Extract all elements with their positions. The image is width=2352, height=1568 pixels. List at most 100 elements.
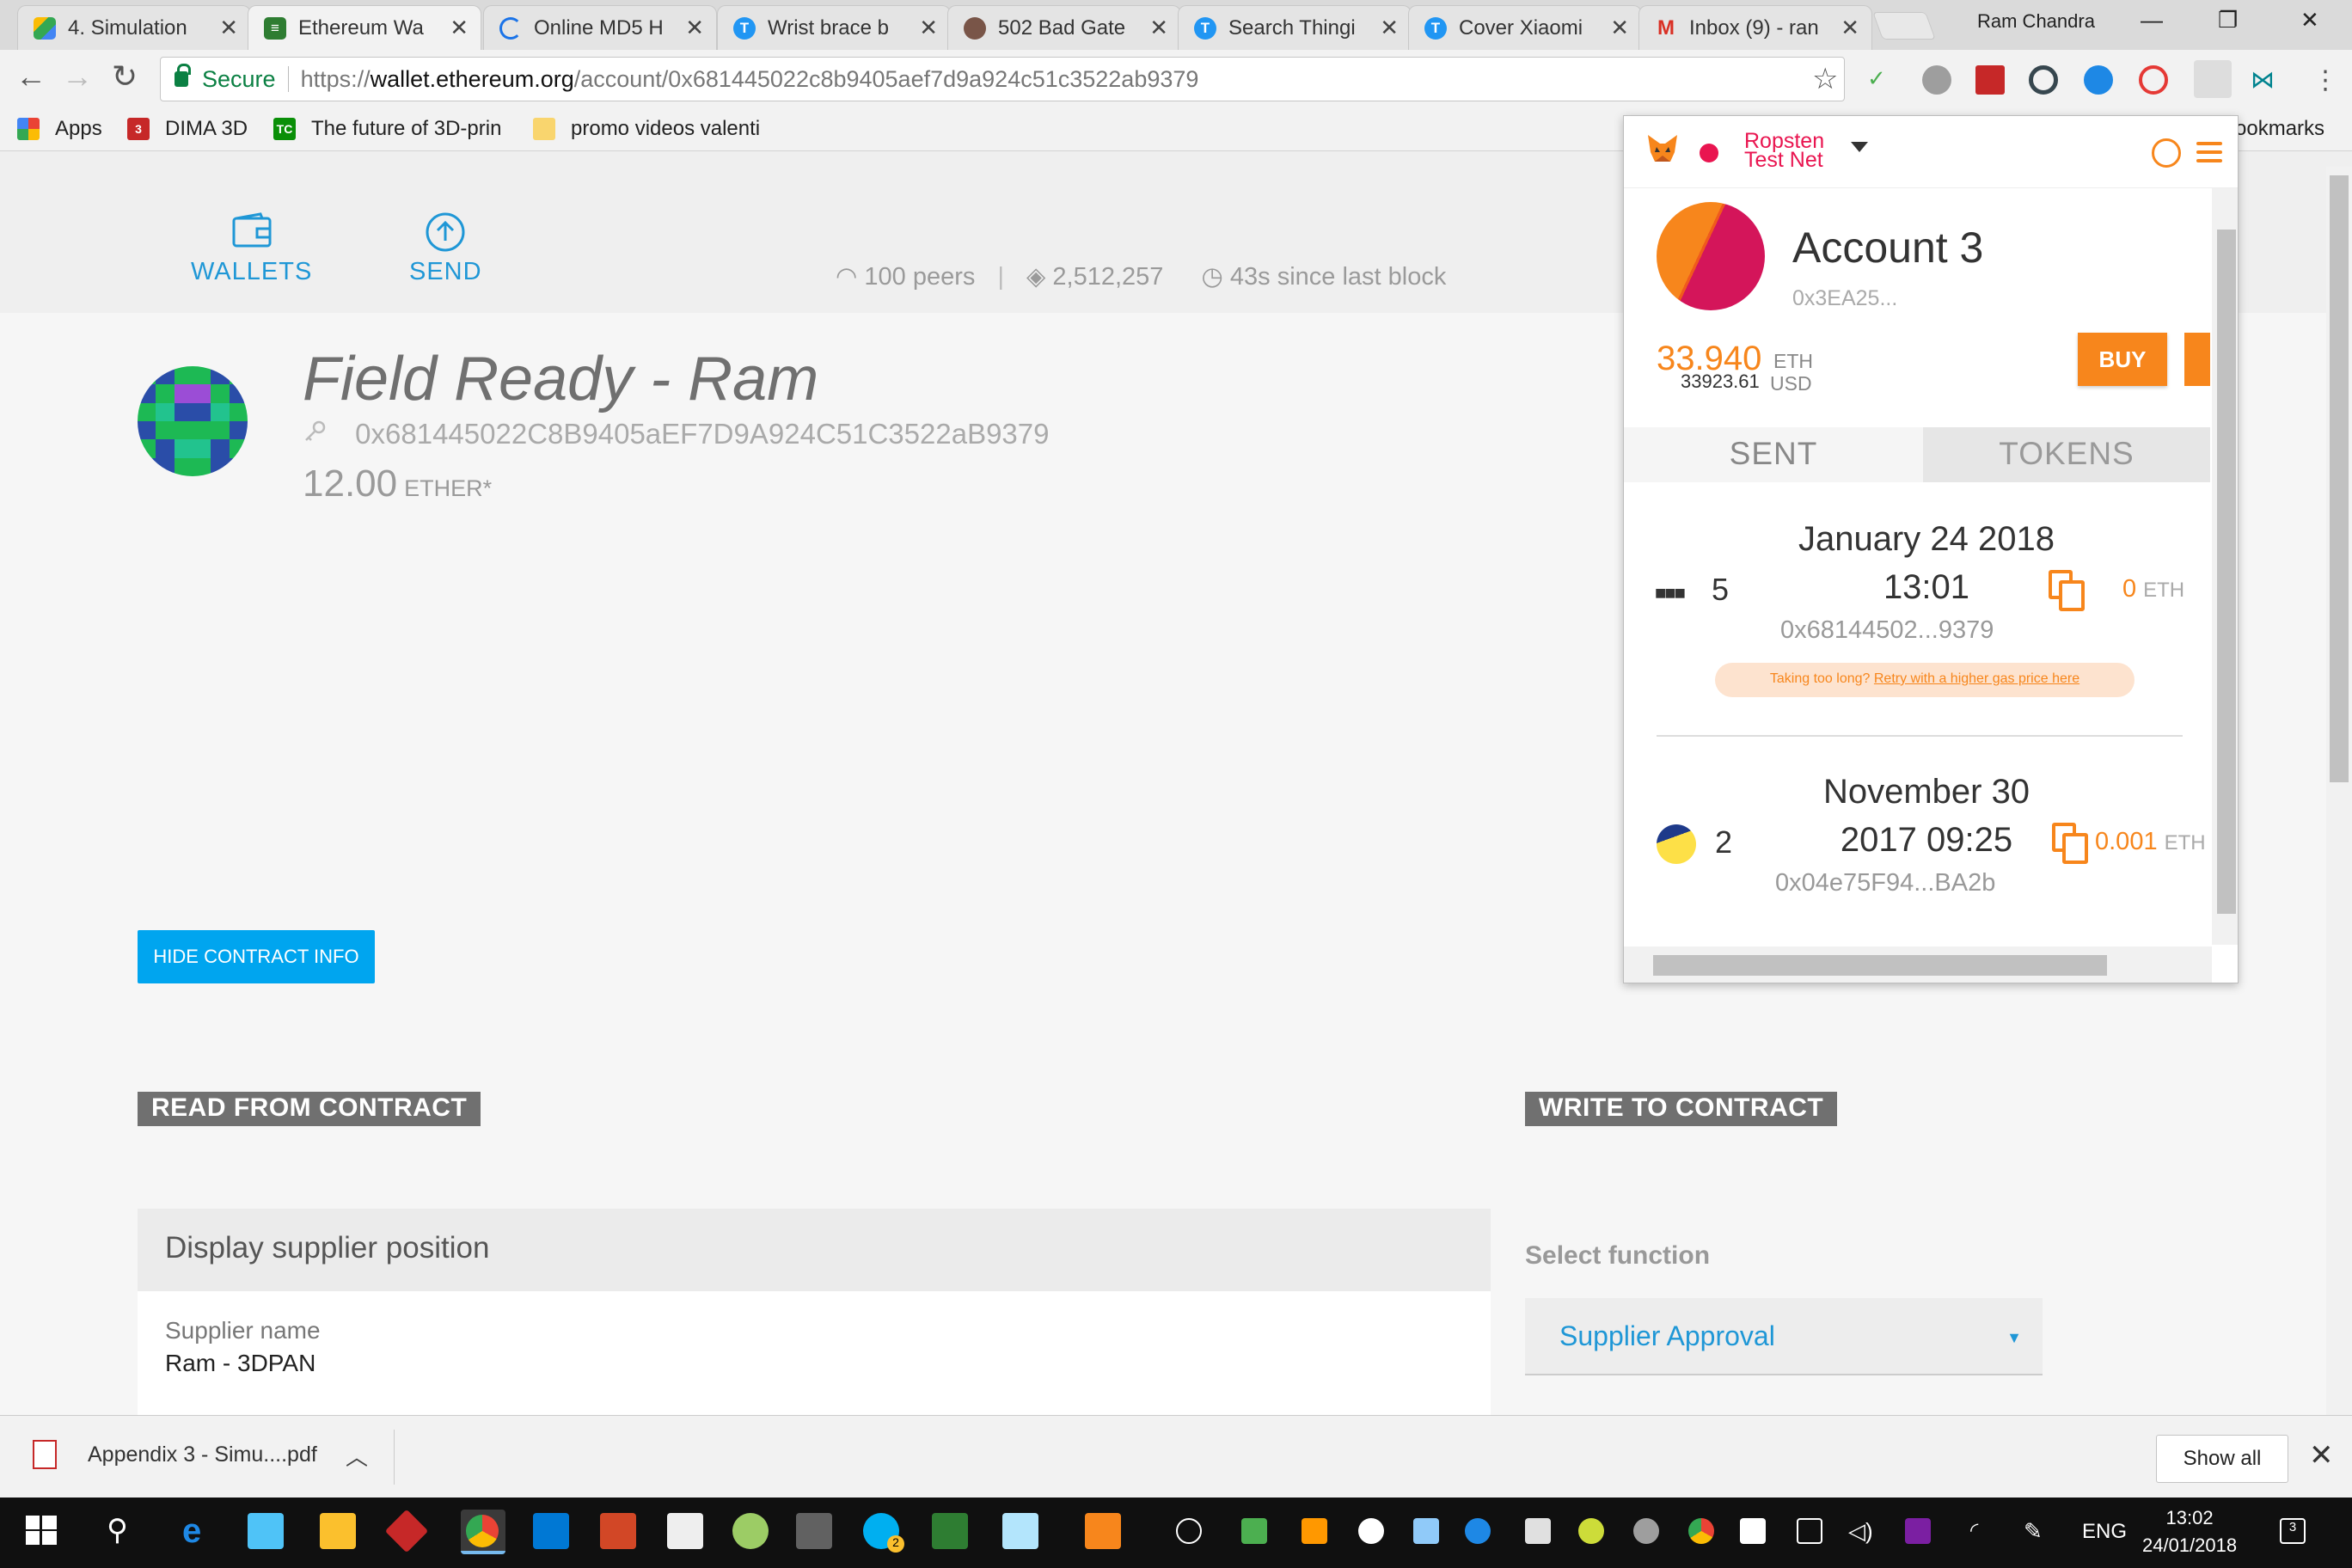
account-switch-icon[interactable] bbox=[2152, 138, 2181, 168]
tab-close-icon[interactable]: ✕ bbox=[1610, 15, 1629, 41]
tx-address[interactable]: 0x04e75F94...BA2b bbox=[1775, 869, 1995, 897]
tab-gmail-inbox[interactable]: M Inbox (9) - ran ✕ bbox=[1638, 5, 1872, 50]
retry-gas-banner[interactable]: Taking too long? Retry with a higher gas… bbox=[1715, 663, 2135, 697]
tab-cover-xiaomi[interactable]: T Cover Xiaomi ✕ bbox=[1408, 5, 1642, 50]
calculator-icon[interactable] bbox=[796, 1513, 832, 1549]
tab-close-icon[interactable]: ✕ bbox=[1149, 15, 1168, 41]
checkmark-extension-icon[interactable]: ✓ bbox=[1867, 65, 1896, 95]
onenote-icon[interactable] bbox=[1905, 1518, 1931, 1544]
other-bookmarks[interactable]: ookmarks bbox=[2235, 117, 2324, 141]
page-scrollbar[interactable] bbox=[2326, 167, 2352, 1415]
chrome-menu-icon[interactable]: ⋮ bbox=[2312, 65, 2342, 95]
wifi-icon[interactable]: ◜ bbox=[1970, 1518, 1996, 1544]
buy-button[interactable]: BUY bbox=[2078, 333, 2167, 386]
bookmark-dima3d[interactable]: 3 DIMA 3D bbox=[127, 117, 248, 141]
minimize-icon[interactable]: — bbox=[2141, 7, 2163, 34]
clock[interactable]: 13:02 24/01/2018 bbox=[2142, 1504, 2237, 1559]
tab-ethereum-wallet[interactable]: ≡ Ethereum Wa ✕ bbox=[248, 5, 481, 50]
forward-icon[interactable]: → bbox=[62, 58, 93, 95]
hide-contract-info-button[interactable]: HIDE CONTRACT INFO bbox=[138, 930, 375, 983]
tab-close-icon[interactable]: ✕ bbox=[219, 15, 238, 41]
file-explorer-icon[interactable] bbox=[320, 1513, 356, 1549]
red-extension-icon[interactable] bbox=[1975, 65, 2005, 95]
people-icon[interactable] bbox=[1176, 1518, 1202, 1544]
tab-simulation[interactable]: 4. Simulation ✕ bbox=[17, 5, 251, 50]
outlook-icon[interactable] bbox=[533, 1513, 569, 1549]
url-text[interactable]: https://wallet.ethereum.org/account/0x68… bbox=[301, 66, 1199, 93]
tab-close-icon[interactable]: ✕ bbox=[685, 15, 704, 41]
profile-name[interactable]: Ram Chandra bbox=[1977, 10, 2095, 33]
security-icon[interactable] bbox=[1525, 1518, 1551, 1544]
bookmark-promo-videos[interactable]: promo videos valenti bbox=[533, 117, 769, 141]
network-drive-icon[interactable] bbox=[1413, 1518, 1439, 1544]
new-tab-button[interactable] bbox=[1872, 12, 1936, 40]
chrome-tray-icon[interactable] bbox=[1688, 1518, 1714, 1544]
address-bar[interactable]: Secure https://wallet.ethereum.org/accou… bbox=[160, 57, 1845, 101]
tab-close-icon[interactable]: ✕ bbox=[1380, 15, 1399, 41]
tab-online-md5[interactable]: Online MD5 H ✕ bbox=[483, 5, 717, 50]
block-extension-icon[interactable] bbox=[2139, 65, 2168, 95]
chevron-up-icon[interactable]: ︿ bbox=[346, 1440, 368, 1472]
popup-vertical-scrollbar[interactable] bbox=[2212, 188, 2238, 945]
volume-icon[interactable]: ◁) bbox=[1848, 1518, 1874, 1544]
close-window-icon[interactable]: ✕ bbox=[2300, 7, 2319, 34]
sway-icon[interactable] bbox=[932, 1513, 968, 1549]
tray-app-icon[interactable] bbox=[1241, 1518, 1267, 1544]
wallet-address-row[interactable]: 0x681445022C8B9405aEF7D9A924C51C3522aB93… bbox=[303, 418, 1050, 450]
restore-icon[interactable]: ❐ bbox=[2218, 7, 2238, 34]
paint-icon[interactable] bbox=[732, 1513, 769, 1549]
close-icon[interactable]: ✕ bbox=[2309, 1438, 2334, 1473]
download-item[interactable]: Appendix 3 - Simu....pdf bbox=[33, 1440, 317, 1469]
onedrive-icon[interactable] bbox=[1358, 1518, 1384, 1544]
account-address[interactable]: 0x3EA25... bbox=[1792, 286, 1897, 311]
function-select[interactable]: Supplier Approval ▼ bbox=[1525, 1298, 2043, 1375]
reload-icon[interactable]: ↻ bbox=[112, 58, 138, 95]
edge-icon[interactable]: e bbox=[182, 1513, 218, 1549]
tab-tokens[interactable]: TOKENS bbox=[1923, 427, 2210, 482]
pen-icon[interactable]: ✎ bbox=[2024, 1518, 2049, 1544]
tab-wrist-brace[interactable]: T Wrist brace b ✕ bbox=[717, 5, 951, 50]
tray-circle-icon[interactable] bbox=[1633, 1518, 1659, 1544]
tray-badge-icon[interactable] bbox=[1578, 1518, 1604, 1544]
nav-wallets[interactable]: WALLETS bbox=[191, 211, 312, 286]
send-button[interactable] bbox=[2184, 333, 2210, 386]
show-all-button[interactable]: Show all bbox=[2156, 1435, 2288, 1483]
battery-icon[interactable] bbox=[1797, 1518, 1822, 1544]
chrome-taskbar-icon[interactable] bbox=[461, 1510, 505, 1554]
notes-icon[interactable] bbox=[1002, 1513, 1038, 1549]
bluetooth-icon[interactable] bbox=[1465, 1518, 1491, 1544]
tablet-app-icon[interactable] bbox=[248, 1513, 284, 1549]
dropbox-icon[interactable] bbox=[1740, 1518, 1766, 1544]
skype-icon[interactable]: 2 bbox=[863, 1513, 904, 1553]
nav-send[interactable]: SEND bbox=[409, 211, 482, 286]
tab-close-icon[interactable]: ✕ bbox=[919, 15, 938, 41]
network-caret-icon[interactable] bbox=[1851, 142, 1868, 152]
globe-extension-icon[interactable] bbox=[1922, 65, 1951, 95]
ring-extension-icon[interactable] bbox=[2029, 65, 2058, 95]
bookmark-techcrunch[interactable]: TC The future of 3D-prin bbox=[273, 117, 502, 141]
bookmark-star-icon[interactable]: ☆ bbox=[1812, 62, 1838, 96]
tab-search-thingiverse[interactable]: T Search Thingi ✕ bbox=[1178, 5, 1412, 50]
copy-icon[interactable] bbox=[2052, 823, 2088, 864]
back-icon[interactable]: ← bbox=[15, 58, 46, 95]
vlc-icon[interactable] bbox=[1302, 1518, 1327, 1544]
camera-icon[interactable] bbox=[667, 1513, 703, 1549]
tab-close-icon[interactable]: ✕ bbox=[1841, 15, 1859, 41]
tab-close-icon[interactable]: ✕ bbox=[450, 15, 469, 41]
tx-address[interactable]: 0x68144502...9379 bbox=[1780, 616, 1994, 645]
tab-sent[interactable]: SENT bbox=[1624, 427, 1923, 482]
download-extension-icon[interactable] bbox=[2084, 65, 2113, 95]
powerpoint-icon[interactable] bbox=[600, 1513, 636, 1549]
red-app-icon[interactable] bbox=[384, 1509, 429, 1553]
bookmark-apps[interactable]: Apps bbox=[17, 117, 102, 141]
hamburger-menu-icon[interactable] bbox=[2196, 142, 2222, 168]
butterfly-extension-icon[interactable]: ⋈ bbox=[2251, 65, 2280, 95]
copy-icon[interactable] bbox=[2049, 570, 2085, 611]
tab-502-bad-gateway[interactable]: 502 Bad Gate ✕ bbox=[947, 5, 1181, 50]
scroll-thumb[interactable] bbox=[2330, 175, 2349, 782]
search-icon[interactable]: ⚲ bbox=[107, 1513, 143, 1549]
retry-link[interactable]: Retry with a higher gas price here bbox=[1874, 671, 2079, 686]
metamask-extension-icon[interactable] bbox=[2194, 60, 2232, 98]
metamask-taskbar-icon[interactable] bbox=[1085, 1513, 1121, 1549]
popup-horizontal-scrollbar[interactable] bbox=[1624, 946, 2212, 983]
